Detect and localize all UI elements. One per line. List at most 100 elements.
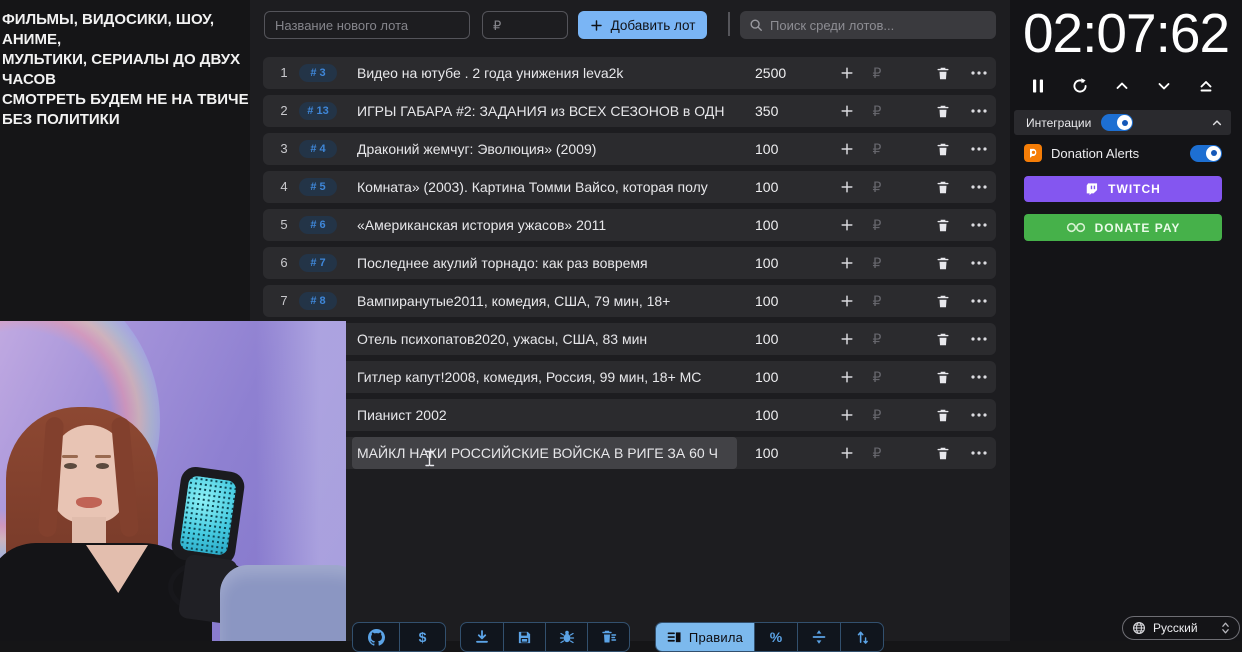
more-options-icon[interactable] xyxy=(967,285,991,317)
clear-lots-button[interactable] xyxy=(587,623,629,651)
currency-indicator: ₽ xyxy=(867,437,887,469)
github-button[interactable] xyxy=(353,623,399,651)
report-bug-button[interactable] xyxy=(545,623,587,651)
webcam-couch xyxy=(220,565,346,641)
collapse-icon[interactable] xyxy=(1211,117,1223,129)
lot-title-cell[interactable]: Комната» (2003). Картина Томми Вайсо, ко… xyxy=(352,171,737,203)
ruble-icon: ₽ xyxy=(872,216,882,233)
ruble-icon: ₽ xyxy=(872,178,882,195)
twitch-button[interactable]: TWITCH xyxy=(1024,176,1222,202)
eject-icon[interactable] xyxy=(1194,74,1218,98)
lot-row[interactable]: Гитлер капут!2008, комедия, Россия, 99 м… xyxy=(263,361,996,393)
delete-lot-button[interactable] xyxy=(933,133,953,165)
lot-title: Последнее акулий торнадо: как раз воврем… xyxy=(357,255,648,271)
lot-title-cell[interactable]: «Американская история ужасов» 2011 xyxy=(352,209,737,241)
delete-lot-button[interactable] xyxy=(933,399,953,431)
add-amount-button[interactable] xyxy=(837,323,857,355)
ruble-icon: ₽ xyxy=(872,330,882,347)
lot-row[interactable]: 6 # 7 Последнее акулий торнадо: как раз … xyxy=(263,247,996,279)
delete-lot-button[interactable] xyxy=(933,361,953,393)
new-lot-price-input[interactable] xyxy=(482,11,568,39)
lot-title-cell[interactable]: Отель психопатов2020, ужасы, США, 83 мин xyxy=(352,323,737,355)
add-amount-button[interactable] xyxy=(837,57,857,89)
new-lot-name-input[interactable] xyxy=(264,11,470,39)
add-amount-button[interactable] xyxy=(837,437,857,469)
sort-button[interactable] xyxy=(840,623,883,651)
language-select[interactable]: Русский xyxy=(1122,616,1240,640)
search-box[interactable] xyxy=(740,11,996,39)
lot-row[interactable]: Отель психопатов2020, ужасы, США, 83 мин… xyxy=(263,323,996,355)
delete-lot-button[interactable] xyxy=(933,437,953,469)
add-lot-button[interactable]: Добавить лот xyxy=(578,11,707,39)
more-options-icon[interactable] xyxy=(967,361,991,393)
more-options-icon[interactable] xyxy=(967,437,991,469)
twitch-label: TWITCH xyxy=(1108,182,1161,196)
lot-number: 7 xyxy=(280,293,288,308)
add-amount-button[interactable] xyxy=(837,247,857,279)
delete-lot-button[interactable] xyxy=(933,285,953,317)
lot-amount: 100 xyxy=(755,331,779,347)
more-options-icon[interactable] xyxy=(967,95,991,127)
lot-title-cell[interactable]: ИГРЫ ГАБАРА #2: ЗАДАНИЯ из ВСЕХ СЕЗОНОВ … xyxy=(352,95,737,127)
lot-badge: # 13 xyxy=(299,102,337,120)
delete-lot-button[interactable] xyxy=(933,247,953,279)
more-options-icon[interactable] xyxy=(967,323,991,355)
donation-alerts-toggle[interactable] xyxy=(1190,144,1222,162)
donate-dollar-button[interactable]: $ xyxy=(399,623,445,651)
delete-lot-button[interactable] xyxy=(933,171,953,203)
lot-title-cell[interactable]: МАЙКЛ НАКИ РОССИЙСКИЕ ВОЙСКА В РИГЕ ЗА 6… xyxy=(352,437,737,469)
chevron-up-icon[interactable] xyxy=(1110,74,1134,98)
lot-title-cell[interactable]: Пианист 2002 xyxy=(352,399,737,431)
delete-lot-button[interactable] xyxy=(933,323,953,355)
integrations-label: Интеграции xyxy=(1026,115,1092,130)
add-amount-button[interactable] xyxy=(837,361,857,393)
delete-lot-button[interactable] xyxy=(933,57,953,89)
lot-title-cell[interactable]: Последнее акулий торнадо: как раз воврем… xyxy=(352,247,737,279)
donatepay-button[interactable]: DONATE PAY xyxy=(1024,214,1222,241)
more-options-icon[interactable] xyxy=(967,171,991,203)
rules-button[interactable]: Правила xyxy=(656,623,754,651)
lot-row[interactable]: МАЙКЛ НАКИ РОССИЙСКИЕ ВОЙСКА В РИГЕ ЗА 6… xyxy=(263,437,996,469)
lot-row[interactable]: 7 # 8 Вампиранутые2011, комедия, США, 79… xyxy=(263,285,996,317)
add-amount-button[interactable] xyxy=(837,95,857,127)
lot-title-cell[interactable]: Гитлер капут!2008, комедия, Россия, 99 м… xyxy=(352,361,737,393)
delete-lot-button[interactable] xyxy=(933,209,953,241)
more-options-icon[interactable] xyxy=(967,247,991,279)
plus-icon xyxy=(590,19,603,32)
lot-row[interactable]: 3 # 4 Драконий жемчуг: Эволюция» (2009) … xyxy=(263,133,996,165)
split-amount-button[interactable] xyxy=(797,623,840,651)
more-options-icon[interactable] xyxy=(967,57,991,89)
add-amount-button[interactable] xyxy=(837,209,857,241)
lot-title-cell[interactable]: Вампиранутые2011, комедия, США, 79 мин, … xyxy=(352,285,737,317)
clear-trash-icon xyxy=(601,629,617,645)
lot-row[interactable]: Пианист 2002 100 ₽ xyxy=(263,399,996,431)
pause-icon[interactable] xyxy=(1026,74,1050,98)
download-button[interactable] xyxy=(461,623,503,651)
add-amount-button[interactable] xyxy=(837,285,857,317)
lot-title-cell[interactable]: Видео на ютубе . 2 года унижения leva2k xyxy=(352,57,737,89)
lot-number: 1 xyxy=(280,65,288,80)
lot-amount: 100 xyxy=(755,293,779,309)
percent-label: % xyxy=(769,629,783,645)
delete-lot-button[interactable] xyxy=(933,95,953,127)
integrations-header[interactable]: Интеграции xyxy=(1014,110,1231,135)
more-options-icon[interactable] xyxy=(967,133,991,165)
ruble-icon: ₽ xyxy=(872,140,882,157)
integrations-toggle[interactable] xyxy=(1101,114,1134,131)
save-button[interactable] xyxy=(503,623,545,651)
lot-title-cell[interactable]: Драконий жемчуг: Эволюция» (2009) xyxy=(352,133,737,165)
lot-row[interactable]: 2 # 13 ИГРЫ ГАБАРА #2: ЗАДАНИЯ из ВСЕХ С… xyxy=(263,95,996,127)
chevron-down-icon[interactable] xyxy=(1152,74,1176,98)
add-amount-button[interactable] xyxy=(837,133,857,165)
more-options-icon[interactable] xyxy=(967,399,991,431)
lot-row[interactable]: 4 # 5 Комната» (2003). Картина Томми Вай… xyxy=(263,171,996,203)
percent-button[interactable]: % xyxy=(754,623,797,651)
restart-timer-icon[interactable] xyxy=(1068,74,1092,98)
more-options-icon[interactable] xyxy=(967,209,991,241)
search-input[interactable] xyxy=(770,17,987,33)
lot-row[interactable]: 1 # 3 Видео на ютубе . 2 года унижения l… xyxy=(263,57,996,89)
lot-row[interactable]: 5 # 6 «Американская история ужасов» 2011… xyxy=(263,209,996,241)
add-amount-button[interactable] xyxy=(837,399,857,431)
add-amount-button[interactable] xyxy=(837,171,857,203)
lot-amount: 100 xyxy=(755,217,779,233)
